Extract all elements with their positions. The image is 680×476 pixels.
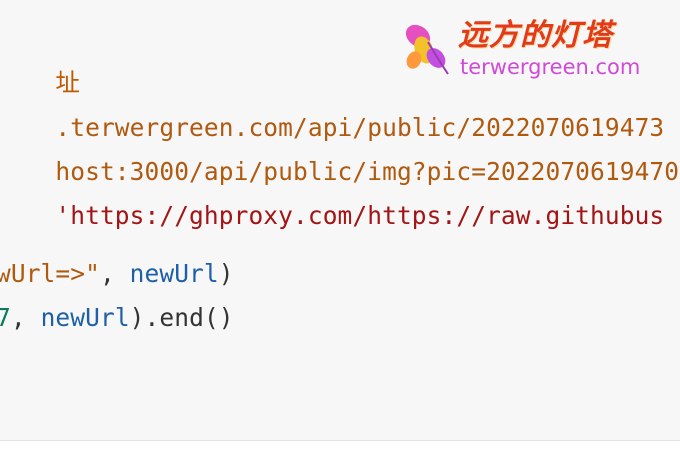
code-punctuation: , <box>99 259 130 288</box>
bottom-area <box>0 441 680 476</box>
code-line-4: 'https://ghproxy.com/https://raw.githubu… <box>0 171 664 261</box>
code-variable: newUrl <box>40 303 130 332</box>
code-string: wUrl=>" <box>0 259 100 288</box>
watermark-domain: terwergreen.com <box>460 55 641 79</box>
code-string: 'https://ghproxy.com/https://raw.githubu… <box>55 201 665 230</box>
code-function: end <box>159 303 204 332</box>
code-line-6: wUrl=>", newUrl) <box>0 259 234 289</box>
code-block: 址 .terwergreen.com/api/public/2022070619… <box>0 0 680 441</box>
code-punctuation: , <box>10 303 41 332</box>
code-punctuation: ). <box>129 303 160 332</box>
code-number: 7 <box>0 303 11 332</box>
code-punctuation: () <box>203 303 234 332</box>
code-variable: newUrl <box>129 259 219 288</box>
butterfly-icon <box>405 24 449 75</box>
code-punctuation: ) <box>218 259 234 288</box>
watermark-title: 远方的灯塔 <box>458 18 613 53</box>
code-line-7: 7, newUrl).end() <box>0 303 234 333</box>
watermark-logo: 远方的灯塔 terwergreen.com <box>402 16 662 82</box>
